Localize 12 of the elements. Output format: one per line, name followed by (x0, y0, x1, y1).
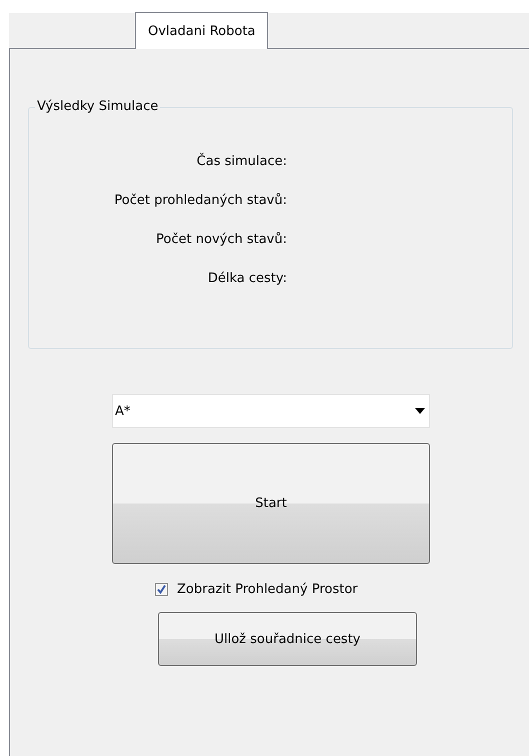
checkbox-label[interactable]: Zobrazit Prohledaný Prostor (177, 582, 358, 597)
result-label: Počet nových stavů: (156, 232, 287, 248)
tab[interactable]: Ovladani Robota (135, 12, 268, 49)
result-label: Čas simulace: (196, 154, 287, 170)
group-title: Výsledky Simulace (35, 99, 160, 115)
start-button[interactable]: Start (112, 443, 430, 564)
checkbox[interactable] (155, 583, 168, 596)
caret-icon (415, 408, 425, 414)
result-label: Délka cesty: (208, 271, 287, 287)
algorithm-dropdown[interactable]: A* (112, 394, 430, 428)
result-label: Počet prohledaných stavů: (114, 193, 287, 209)
save-button[interactable]: Ullož souřadnice cesty (158, 612, 417, 666)
